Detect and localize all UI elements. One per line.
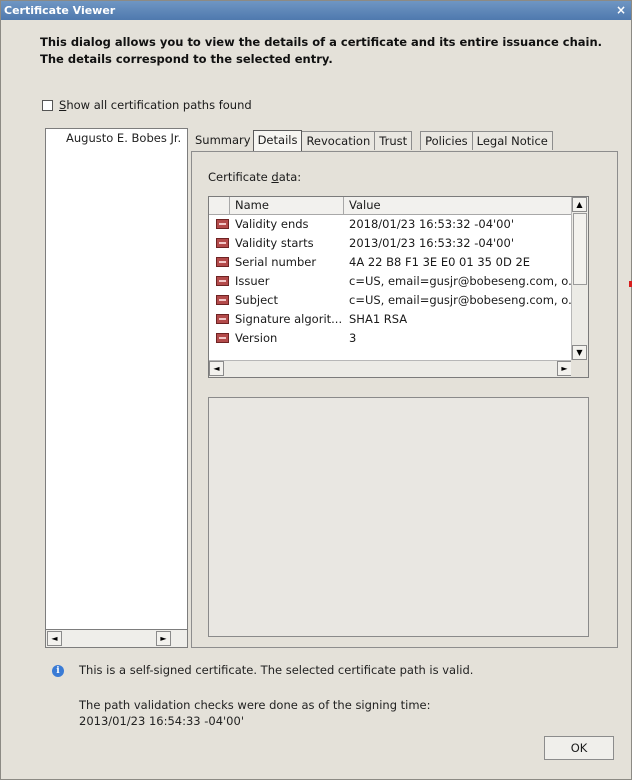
row-value: 3: [349, 331, 357, 345]
path-validation-note: The path validation checks were done as …: [79, 697, 431, 729]
ok-button[interactable]: OK: [544, 736, 614, 760]
column-header-value[interactable]: Value: [349, 198, 381, 212]
table-row[interactable]: Version 3: [209, 329, 572, 348]
show-all-paths-accel: S: [59, 98, 67, 112]
window-title: Certificate Viewer: [4, 4, 116, 17]
certificate-field-icon: [216, 295, 229, 305]
row-value: c=US, email=gusjr@bobeseng.com, o...: [349, 293, 571, 307]
certificate-data-label: Certificate data:: [208, 170, 301, 184]
row-value: SHA1 RSA: [349, 312, 408, 326]
certificate-data-label-pre: Certificate: [208, 170, 272, 184]
scrollbar-corner: [571, 360, 588, 377]
close-icon[interactable]: ×: [614, 3, 628, 17]
tab-revocation[interactable]: Revocation: [301, 131, 376, 150]
tab-details[interactable]: Details: [252, 130, 303, 151]
row-name: Subject: [235, 293, 278, 307]
row-value: 4A 22 B8 F1 3E E0 01 35 0D 2E: [349, 255, 531, 269]
scroll-down-icon[interactable]: ▼: [572, 345, 587, 360]
column-separator: [229, 197, 230, 214]
certificate-data-label-accel: d: [271, 170, 279, 184]
list-header: Name Value: [209, 197, 572, 215]
certificate-data-label-post: ata:: [278, 170, 302, 184]
intro-text: This dialog allows you to view the detai…: [40, 35, 603, 66]
certificate-field-icon: [216, 333, 229, 343]
tab-policies[interactable]: Policies: [420, 131, 473, 150]
scroll-up-icon[interactable]: ▲: [572, 197, 587, 212]
row-name: Validity ends: [235, 217, 309, 231]
row-value: 2013/01/23 16:53:32 -04'00': [349, 236, 514, 250]
row-name: Serial number: [235, 255, 317, 269]
scroll-left-icon[interactable]: ◄: [47, 631, 62, 646]
table-row[interactable]: Validity starts 2013/01/23 16:53:32 -04'…: [209, 234, 572, 253]
scroll-right-icon[interactable]: ►: [156, 631, 171, 646]
certificate-field-icon: [216, 257, 229, 267]
scroll-right-icon[interactable]: ►: [557, 361, 572, 376]
row-value: c=US, email=gusjr@bobeseng.com, o...: [349, 274, 571, 288]
scroll-left-icon[interactable]: ◄: [209, 361, 224, 376]
table-row[interactable]: Issuer c=US, email=gusjr@bobeseng.com, o…: [209, 272, 572, 291]
certificate-viewer-window: Certificate Viewer × This dialog allows …: [0, 0, 632, 780]
column-header-name[interactable]: Name: [235, 198, 269, 212]
certificate-field-icon: [216, 219, 229, 229]
table-row[interactable]: Validity ends 2018/01/23 16:53:32 -04'00…: [209, 215, 572, 234]
show-all-paths-checkbox[interactable]: [42, 99, 53, 111]
column-separator[interactable]: [343, 197, 344, 214]
info-icon: i: [52, 665, 64, 677]
show-all-paths-option[interactable]: Show all certification paths found: [42, 97, 252, 113]
tree-horizontal-scrollbar[interactable]: ◄ ►: [45, 629, 188, 648]
certificate-field-icon: [216, 276, 229, 286]
list-vertical-scrollbar[interactable]: ▲ ▼: [571, 197, 588, 361]
path-validation-line-1: The path validation checks were done as …: [79, 698, 431, 712]
tab-legal-notice[interactable]: Legal Notice: [471, 131, 553, 150]
show-all-paths-label: how all certification paths found: [66, 98, 252, 112]
row-name: Version: [235, 331, 278, 345]
validity-status-message: This is a self-signed certificate. The s…: [79, 663, 474, 677]
row-name: Signature algorit...: [235, 312, 343, 326]
row-name: Issuer: [235, 274, 270, 288]
certificate-data-list[interactable]: Name Value Validity ends 2018/01/23 16:5…: [208, 196, 589, 378]
tab-trust[interactable]: Trust: [374, 131, 413, 150]
certificate-field-icon: [216, 314, 229, 324]
certificate-field-icon: [216, 238, 229, 248]
row-value: 2018/01/23 16:53:32 -04'00': [349, 217, 514, 231]
table-row[interactable]: Serial number 4A 22 B8 F1 3E E0 01 35 0D…: [209, 253, 572, 272]
table-row[interactable]: Signature algorit... SHA1 RSA: [209, 310, 572, 329]
row-name: Validity starts: [235, 236, 314, 250]
path-validation-timestamp: 2013/01/23 16:54:33 -04'00': [79, 714, 244, 728]
tree-item-certificate[interactable]: Augusto E. Bobes Jr.: [66, 131, 181, 145]
certificate-chain-tree[interactable]: Augusto E. Bobes Jr.: [45, 128, 188, 648]
vertical-scroll-thumb[interactable]: [573, 213, 587, 285]
list-horizontal-scrollbar[interactable]: ◄ ►: [209, 360, 572, 377]
table-row[interactable]: Subject c=US, email=gusjr@bobeseng.com, …: [209, 291, 572, 310]
title-bar: Certificate Viewer ×: [1, 1, 631, 20]
tab-strip: Summary Details Revocation Trust Policie…: [192, 130, 553, 151]
tab-summary[interactable]: Summary: [192, 131, 254, 149]
field-detail-box[interactable]: [208, 397, 589, 637]
